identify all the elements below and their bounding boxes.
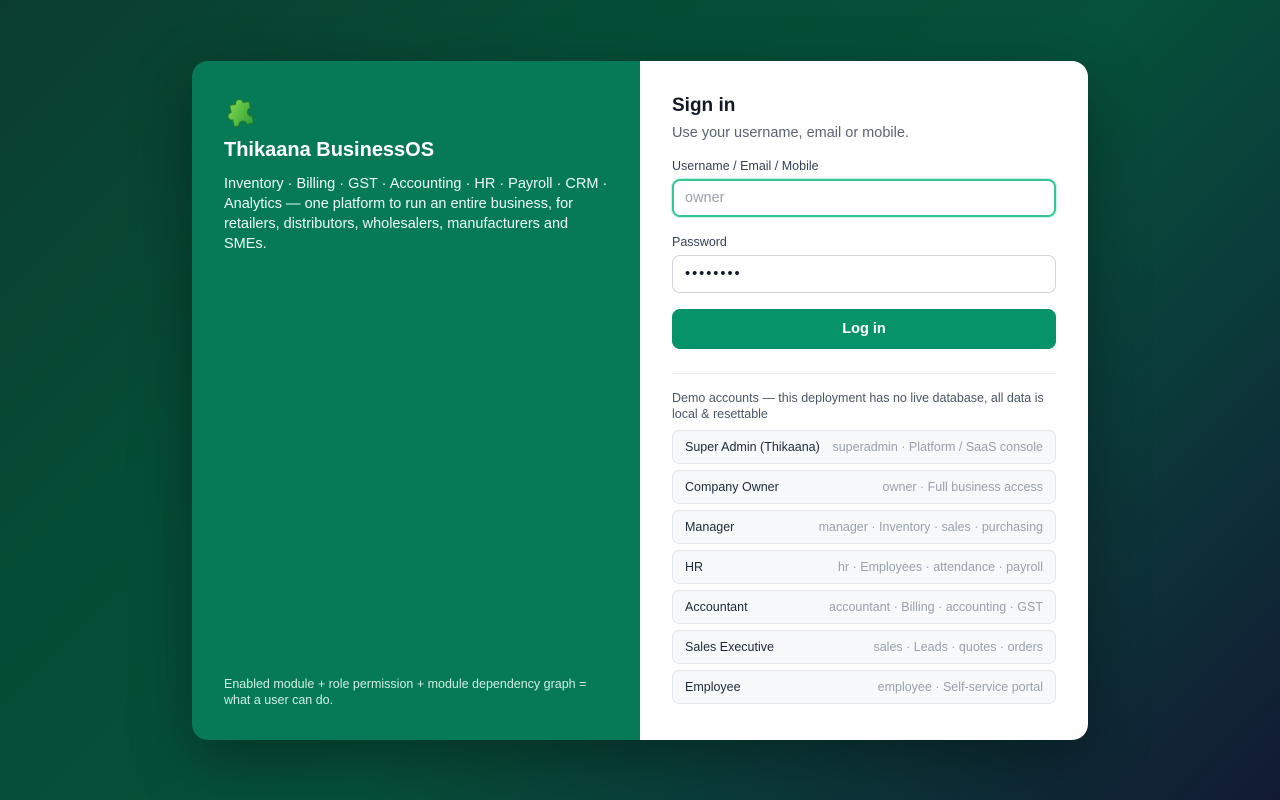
demo-account-hr[interactable]: HR hr · Employees · attendance · payroll (672, 550, 1056, 584)
demo-account-superadmin[interactable]: Super Admin (Thikaana) superadmin · Plat… (672, 430, 1056, 464)
demo-account-employee[interactable]: Employee employee · Self-service portal (672, 670, 1056, 704)
brand-panel: Thikaana BusinessOS Inventory · Billing … (192, 61, 640, 740)
demo-account-manager[interactable]: Manager manager · Inventory · sales · pu… (672, 510, 1056, 544)
signin-subtitle: Use your username, email or mobile. (672, 125, 909, 141)
password-label: Password (672, 235, 727, 249)
username-input[interactable] (672, 179, 1056, 217)
demo-account-sales[interactable]: Sales Executive sales · Leads · quotes ·… (672, 630, 1056, 664)
username-label: Username / Email / Mobile (672, 159, 819, 173)
account-desc: manager · Inventory · sales · purchasing (818, 520, 1043, 534)
account-role: Sales Executive (685, 640, 774, 654)
account-desc: accountant · Billing · accounting · GST (829, 600, 1043, 614)
demo-accounts-note: Demo accounts — this deployment has no l… (672, 391, 1044, 421)
signin-title: Sign in (672, 95, 736, 116)
account-role: Manager (685, 520, 735, 534)
account-desc: owner · Full business access (882, 480, 1043, 494)
signin-panel: Sign in Use your username, email or mobi… (640, 61, 1088, 740)
account-desc: superadmin · Platform / SaaS console (832, 440, 1043, 454)
login-button[interactable]: Log in (672, 309, 1056, 349)
puzzle-piece-icon (227, 98, 255, 128)
account-desc: hr · Employees · attendance · payroll (838, 560, 1043, 574)
divider (672, 373, 1056, 374)
account-role: HR (685, 560, 704, 574)
brand-footnote: Enabled module + role permission + modul… (224, 677, 587, 707)
brand-tagline: Inventory · Billing · GST · Accounting ·… (224, 176, 608, 252)
password-input[interactable] (672, 255, 1056, 293)
account-desc: sales · Leads · quotes · orders (873, 640, 1043, 654)
account-role: Employee (685, 680, 741, 694)
demo-accounts-list: Super Admin (Thikaana) superadmin · Plat… (672, 430, 1056, 704)
login-card: Thikaana BusinessOS Inventory · Billing … (192, 61, 1088, 740)
account-desc: employee · Self-service portal (877, 680, 1043, 694)
account-role: Accountant (685, 600, 748, 614)
demo-account-accountant[interactable]: Accountant accountant · Billing · accoun… (672, 590, 1056, 624)
demo-account-owner[interactable]: Company Owner owner · Full business acce… (672, 470, 1056, 504)
account-role: Super Admin (Thikaana) (685, 440, 820, 454)
account-role: Company Owner (685, 480, 779, 494)
brand-name: Thikaana BusinessOS (224, 139, 435, 161)
